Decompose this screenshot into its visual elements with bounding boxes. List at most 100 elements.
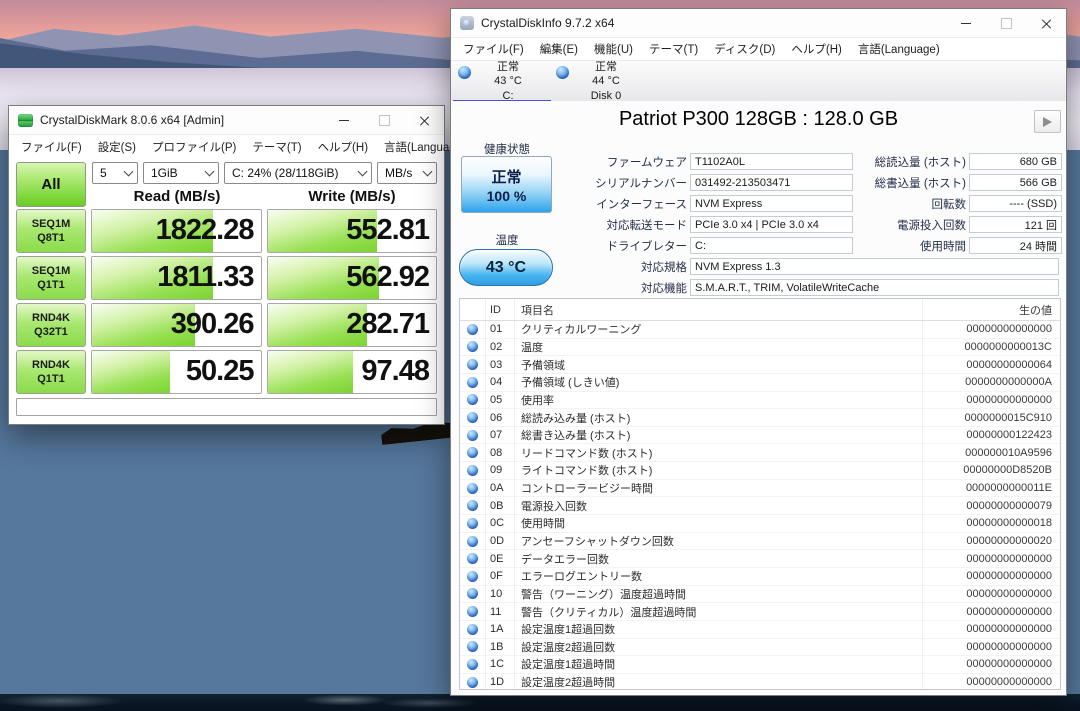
menu-item[interactable]: ヘルプ(H): [310, 136, 376, 158]
menu-item[interactable]: 編集(E): [532, 38, 586, 60]
menu-item[interactable]: 設定(S): [90, 136, 144, 158]
write-result-value: 282.71: [346, 308, 429, 341]
read-result-cell: 1811.33: [91, 256, 262, 300]
menu-item[interactable]: 機能(U): [586, 38, 641, 60]
cdi-titlebar[interactable]: CrystalDiskInfo 9.7.2 x64: [451, 9, 1066, 38]
menu-item[interactable]: テーマ(T): [244, 136, 309, 158]
smart-attribute-row[interactable]: 1A 設定温度1超過回数 00000000000000: [460, 621, 1060, 639]
field-value: 121 回: [969, 216, 1062, 233]
smart-attribute-row[interactable]: 0E データエラー回数 00000000000000: [460, 550, 1060, 568]
status-good-orb-icon: [467, 377, 478, 388]
field-value: 566 GB: [969, 174, 1062, 191]
smart-attribute-row[interactable]: 06 総読み込み量 (ホスト) 0000000015C910: [460, 409, 1060, 427]
smart-attribute-row[interactable]: 0D アンセーフシャットダウン回数 00000000000020: [460, 533, 1060, 551]
cdi-maximize-button[interactable]: [986, 9, 1026, 37]
unit-select[interactable]: MB/s: [377, 162, 437, 184]
test-type-button[interactable]: SEQ1M Q1T1: [16, 256, 86, 300]
smart-attribute-row[interactable]: 1B 設定温度2超過回数 00000000000000: [460, 639, 1060, 657]
smart-attribute-raw-value: 000000010A9596: [923, 447, 1060, 459]
disk-tab[interactable]: 正常 44 °C Disk 0: [551, 61, 649, 103]
play-icon: [1043, 117, 1052, 127]
smart-attribute-row[interactable]: 0B 電源投入回数 00000000000079: [460, 497, 1060, 515]
smart-attribute-row[interactable]: 07 総書き込み量 (ホスト) 00000000122423: [460, 427, 1060, 445]
cdm-maximize-button[interactable]: [364, 106, 404, 134]
smart-attribute-row[interactable]: 08 リードコマンド数 (ホスト) 000000010A9596: [460, 444, 1060, 462]
benchmark-row: RND4K Q32T1 390.26 282.71: [16, 303, 437, 347]
run-all-button[interactable]: All: [16, 162, 86, 207]
cdi-minimize-button[interactable]: [946, 9, 986, 37]
smart-attribute-row[interactable]: 09 ライトコマンド数 (ホスト) 00000000D8520B: [460, 462, 1060, 480]
drive-field-row: 使用時間 24 時間: [856, 235, 1062, 256]
smart-attribute-raw-value: 0000000000013C: [923, 341, 1060, 353]
cdm-titlebar[interactable]: CrystalDiskMark 8.0.6 x64 [Admin]: [9, 106, 444, 135]
smart-attribute-row[interactable]: 02 温度 0000000000013C: [460, 339, 1060, 357]
smart-attribute-row[interactable]: 01 クリティカルワーニング 00000000000000: [460, 321, 1060, 339]
smart-attribute-id: 1B: [486, 639, 515, 656]
test-name: RND4K: [32, 358, 70, 372]
status-good-orb-icon: [467, 659, 478, 670]
menu-item[interactable]: 言語(Language): [850, 38, 948, 60]
menu-item[interactable]: ファイル(F): [13, 136, 90, 158]
cdm-close-button[interactable]: [404, 106, 444, 134]
test-type-button[interactable]: SEQ1M Q8T1: [16, 209, 86, 253]
next-disk-button[interactable]: [1034, 110, 1061, 133]
test-type-button[interactable]: RND4K Q32T1: [16, 303, 86, 347]
menu-item[interactable]: テーマ(T): [641, 38, 706, 60]
smart-attribute-raw-value: 0000000015C910: [923, 412, 1060, 424]
smart-attribute-row[interactable]: 1D 設定温度2超過時間 00000000000000: [460, 674, 1060, 690]
test-queue-thread: Q1T1: [37, 372, 65, 386]
test-count-select[interactable]: 5: [92, 162, 138, 184]
smart-attribute-row[interactable]: 04 予備領域 (しきい値) 0000000000000A: [460, 374, 1060, 392]
cdi-window-title: CrystalDiskInfo 9.7.2 x64: [481, 16, 614, 30]
comment-input[interactable]: [16, 398, 437, 416]
test-type-button[interactable]: RND4K Q1T1: [16, 350, 86, 394]
status-good-orb-icon: [467, 677, 478, 688]
smart-attribute-row[interactable]: 1C 設定温度1超過時間 00000000000000: [460, 656, 1060, 674]
smart-attribute-name: クリティカルワーニング: [515, 321, 923, 338]
status-good-orb-icon: [467, 641, 478, 652]
smart-attribute-row[interactable]: 0A コントローラービジー時間 0000000000011E: [460, 480, 1060, 498]
smart-attribute-row[interactable]: 11 警告（クリティカル）温度超過時間 00000000000000: [460, 603, 1060, 621]
read-result-value: 390.26: [171, 308, 254, 341]
menu-item[interactable]: プロファイル(P): [144, 136, 244, 158]
target-drive-select[interactable]: C: 24% (28/118GiB): [224, 162, 372, 184]
menu-item[interactable]: ディスク(D): [706, 38, 783, 60]
smart-attribute-id: 08: [486, 444, 515, 461]
cdm-minimize-button[interactable]: [324, 106, 364, 134]
smart-attribute-row[interactable]: 03 予備領域 00000000000064: [460, 356, 1060, 374]
disk-tab[interactable]: 正常 43 °C C:: [453, 61, 551, 103]
smart-attribute-id: 02: [486, 339, 515, 356]
smart-attribute-id: 0A: [486, 480, 515, 497]
field-value: PCIe 3.0 x4 | PCIe 3.0 x4: [690, 216, 853, 233]
disk-tab-status: 正常: [595, 60, 617, 74]
disk-status-orb-icon: [458, 66, 471, 79]
field-label: 電源投入回数: [856, 217, 969, 233]
smart-attribute-row[interactable]: 0F エラーログエントリー数 00000000000000: [460, 568, 1060, 586]
menu-item[interactable]: ヘルプ(H): [783, 38, 849, 60]
smart-attribute-raw-value: 00000000000000: [923, 570, 1060, 582]
status-good-orb-icon: [467, 483, 478, 494]
status-good-orb-icon: [467, 394, 478, 405]
smart-attribute-name: 設定温度1超過時間: [515, 656, 923, 673]
cdi-menubar: ファイル(F)編集(E)機能(U)テーマ(T)ディスク(D)ヘルプ(H)言語(L…: [451, 38, 1066, 61]
test-queue-thread: Q32T1: [34, 325, 68, 339]
field-value: 031492-213503471: [690, 174, 853, 191]
benchmark-row: SEQ1M Q1T1 1811.33 562.92: [16, 256, 437, 300]
crystaldiskmark-window: CrystalDiskMark 8.0.6 x64 [Admin] ファイル(F…: [8, 105, 445, 425]
read-result-cell: 50.25: [91, 350, 262, 394]
smart-attribute-id: 1C: [486, 656, 515, 673]
smart-attribute-id: 0F: [486, 568, 515, 585]
cdi-close-button[interactable]: [1026, 9, 1066, 37]
smart-attribute-row[interactable]: 05 使用率 00000000000000: [460, 392, 1060, 410]
smart-attribute-raw-value: 00000000000000: [923, 394, 1060, 406]
menu-item[interactable]: ファイル(F): [455, 38, 532, 60]
test-size-select[interactable]: 1GiB: [143, 162, 219, 184]
smart-attribute-name: リードコマンド数 (ホスト): [515, 444, 923, 461]
smart-attribute-row[interactable]: 0C 使用時間 00000000000018: [460, 515, 1060, 533]
smart-table: ID 項目名 生の値 01 クリティカルワーニング 00000000000000…: [459, 298, 1061, 690]
disk-tab-strip: 正常 43 °C C: 正常 44 °C Disk 0: [451, 61, 1066, 104]
smart-attribute-row[interactable]: 10 警告（ワーニング）温度超過時間 00000000000000: [460, 586, 1060, 604]
desktop: CrystalDiskMark 8.0.6 x64 [Admin] ファイル(F…: [0, 0, 1080, 711]
smart-attribute-raw-value: 00000000000000: [923, 323, 1060, 335]
smart-header-status: [460, 299, 486, 320]
